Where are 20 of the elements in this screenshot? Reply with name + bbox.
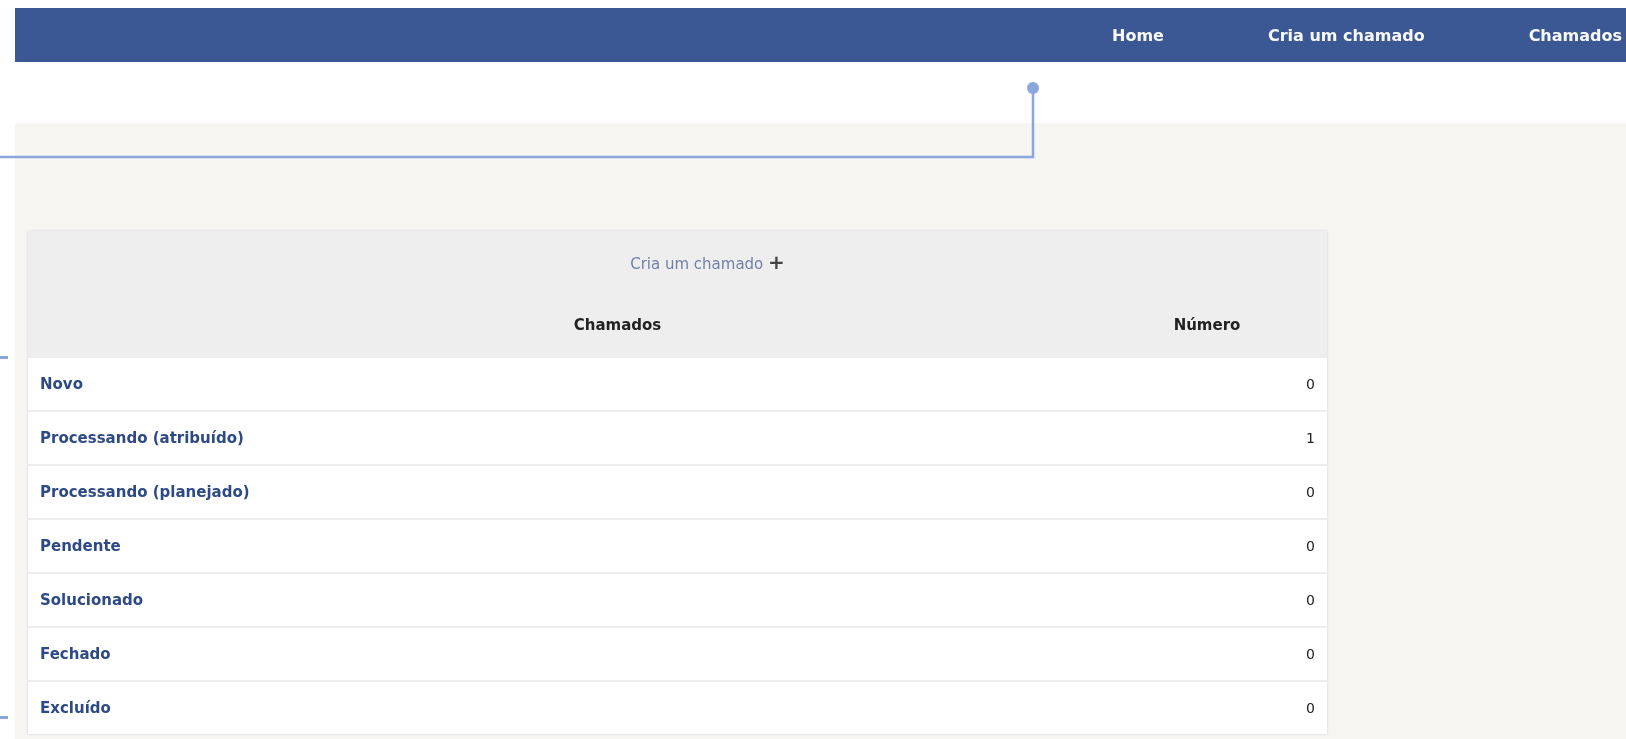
ticket-count: 0 <box>1306 538 1315 554</box>
status-link[interactable]: Excluído <box>40 699 111 717</box>
ticket-count: 0 <box>1306 484 1315 500</box>
status-link[interactable]: Processando (atribuído) <box>40 429 244 447</box>
status-link[interactable]: Fechado <box>40 645 111 663</box>
nav-link[interactable]: Home <box>1060 25 1216 45</box>
status-link[interactable]: Processando (planejado) <box>40 483 250 501</box>
ticket-count: 0 <box>1306 376 1315 392</box>
ticket-count: 0 <box>1306 592 1315 608</box>
status-link[interactable]: Solucionado <box>40 591 144 609</box>
ticket-count: 0 <box>1306 646 1315 662</box>
create-ticket-link[interactable]: Cria um chamado + <box>570 250 785 274</box>
column-header: Chamados <box>572 315 663 334</box>
ticket-count: 0 <box>1306 700 1315 716</box>
ticket-count: 1 <box>1306 430 1315 446</box>
status-link[interactable]: Novo <box>40 375 83 393</box>
status-link[interactable]: Pendente <box>40 537 121 555</box>
nav-link[interactable]: Cria um chamado <box>1215 25 1477 45</box>
nav-link[interactable]: Chamados <box>1476 25 1626 45</box>
column-header: Número <box>1172 315 1242 334</box>
